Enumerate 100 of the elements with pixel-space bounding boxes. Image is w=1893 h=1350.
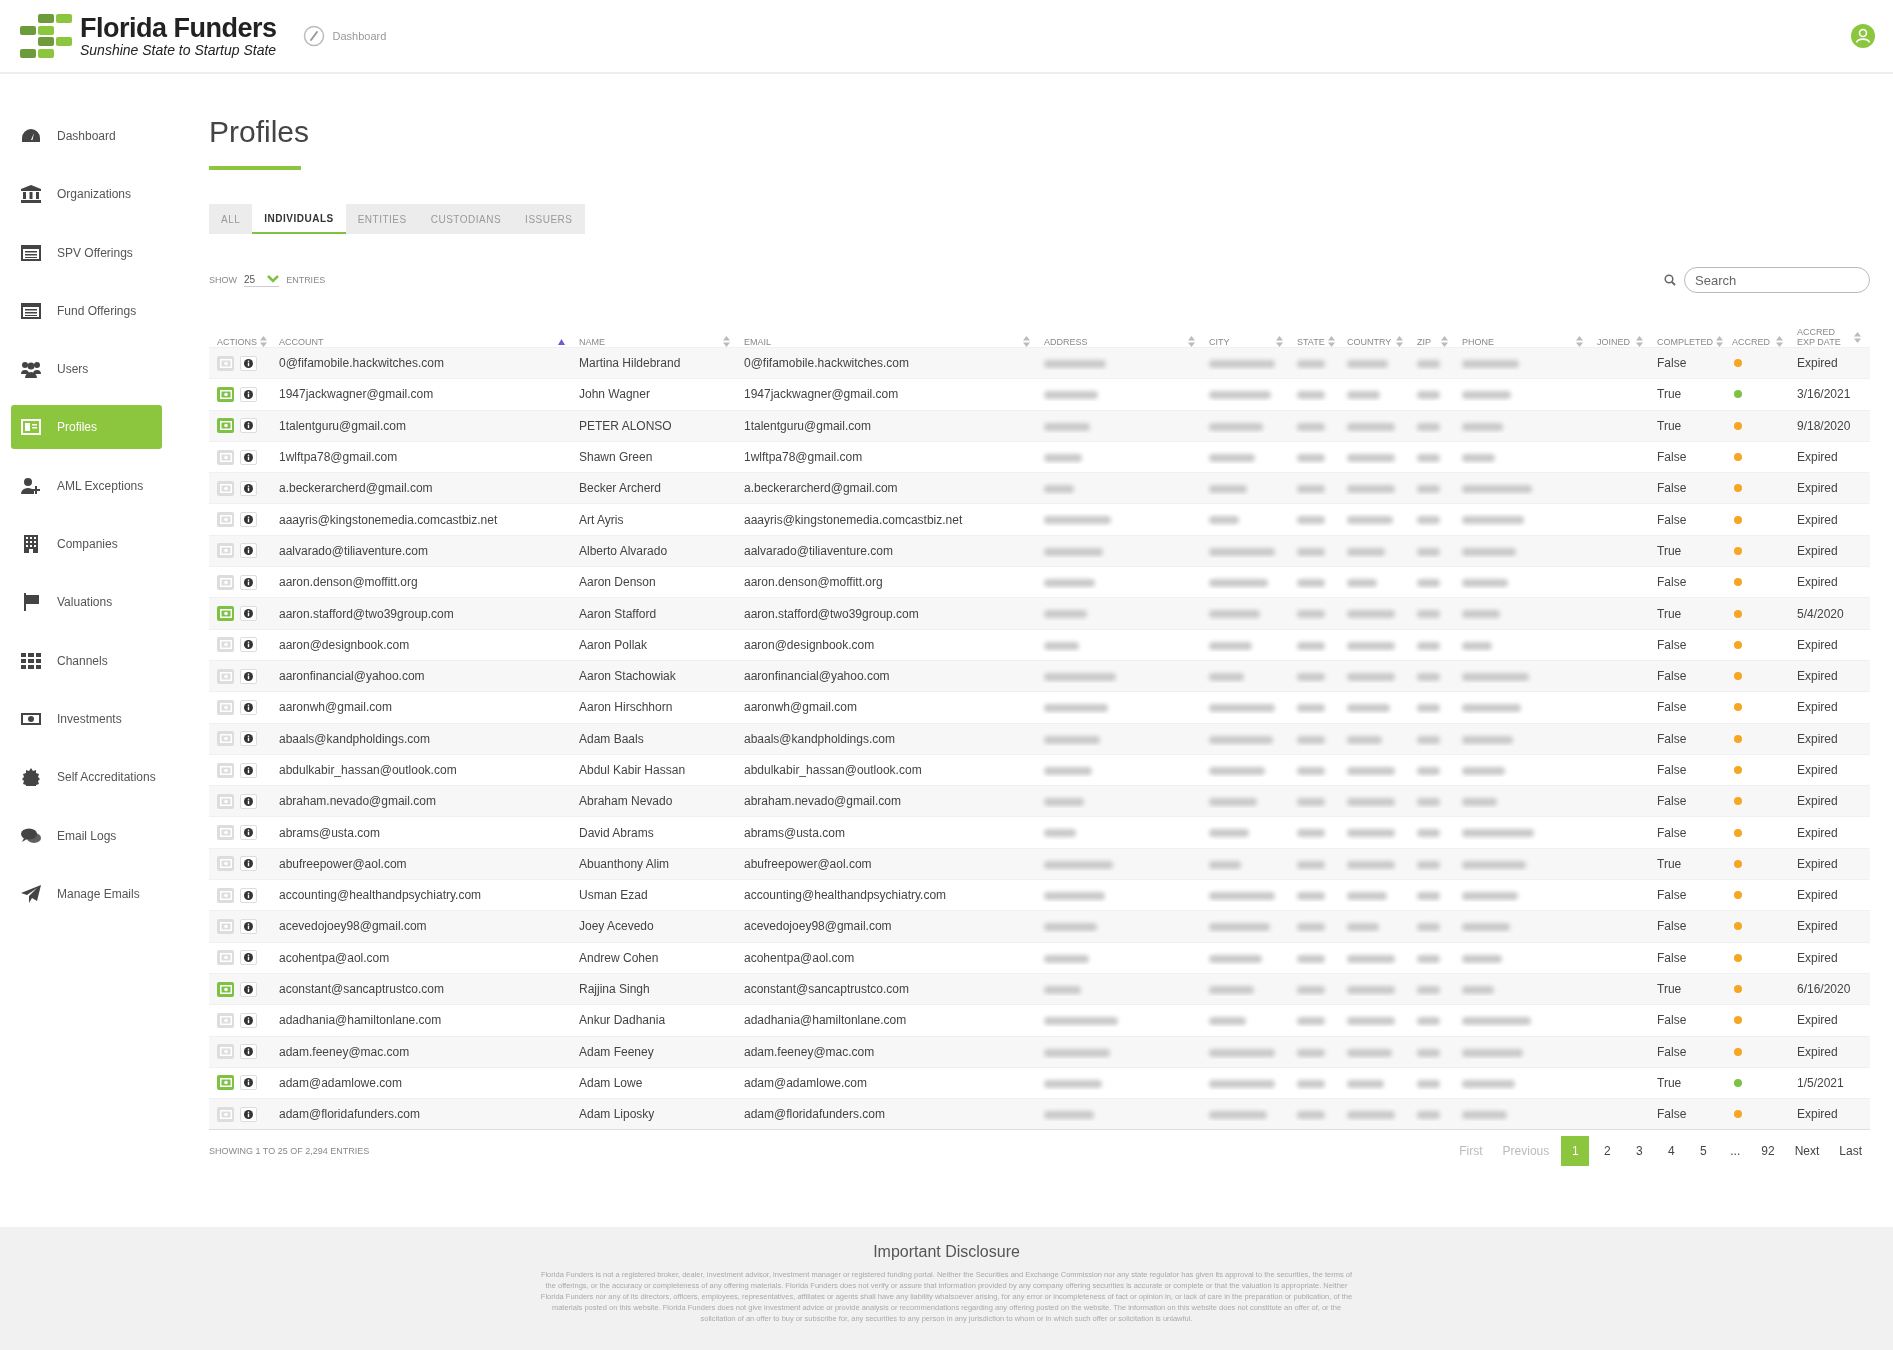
column-header[interactable]: ACCRED EXP DATE xyxy=(1789,327,1867,347)
id-card-button[interactable] xyxy=(217,449,234,465)
sidebar-item[interactable]: Users xyxy=(11,347,162,392)
info-button[interactable] xyxy=(240,1106,257,1122)
id-card-button[interactable] xyxy=(217,512,234,528)
info-button[interactable] xyxy=(240,825,257,841)
info-icon xyxy=(244,765,253,775)
pagination-button[interactable]: 2 xyxy=(1593,1136,1622,1167)
info-button[interactable] xyxy=(240,574,257,590)
id-card-button[interactable] xyxy=(217,762,234,778)
sidebar-item[interactable]: Channels xyxy=(11,638,162,683)
pagination-button[interactable]: 4 xyxy=(1657,1136,1686,1167)
id-card-button[interactable] xyxy=(217,574,234,590)
table-cell-text: True xyxy=(1656,543,1683,558)
column-header[interactable]: COUNTRY xyxy=(1339,336,1409,347)
column-header[interactable]: ADDRESS xyxy=(1036,336,1201,347)
info-button[interactable] xyxy=(240,1075,257,1091)
sidebar-item[interactable]: Fund Offerings xyxy=(11,288,162,333)
id-card-button[interactable] xyxy=(217,919,234,934)
info-button[interactable] xyxy=(240,887,257,903)
info-button[interactable] xyxy=(240,480,257,496)
column-header[interactable]: ACCRED xyxy=(1724,336,1789,347)
info-button[interactable] xyxy=(240,1012,257,1028)
id-card-button[interactable] xyxy=(217,480,234,496)
table-cell-text: abaals@kandpholdings.com xyxy=(278,731,431,746)
blurred-value xyxy=(1209,985,1254,994)
info-button[interactable] xyxy=(240,1044,257,1060)
id-card-button[interactable] xyxy=(217,981,234,997)
id-card-button[interactable] xyxy=(217,668,234,684)
id-card-button[interactable] xyxy=(217,699,234,715)
sidebar-item[interactable]: Investments xyxy=(11,696,162,741)
pagination-button[interactable]: 92 xyxy=(1753,1136,1783,1167)
sidebar-item[interactable]: Companies xyxy=(11,522,162,567)
info-button[interactable] xyxy=(240,386,257,402)
sidebar-item[interactable]: Dashboard xyxy=(11,114,162,158)
id-card-button[interactable] xyxy=(217,386,234,402)
id-card-button[interactable] xyxy=(217,950,234,966)
column-header[interactable]: EMAIL xyxy=(736,336,1036,347)
column-header[interactable]: PHONE xyxy=(1454,336,1589,347)
id-card-button[interactable] xyxy=(217,793,234,809)
info-button[interactable] xyxy=(240,512,257,528)
info-button[interactable] xyxy=(240,793,257,809)
sidebar-item[interactable]: Valuations xyxy=(11,580,162,625)
pagination-button[interactable]: ... xyxy=(1721,1136,1750,1167)
info-button[interactable] xyxy=(240,699,257,715)
entries-select[interactable]: 25 xyxy=(244,273,280,287)
sidebar-item[interactable]: Self Accreditations xyxy=(11,755,162,800)
pagination-button[interactable]: Next xyxy=(1786,1136,1828,1167)
id-card-button[interactable] xyxy=(217,856,234,872)
info-button[interactable] xyxy=(240,981,257,997)
blurred-value xyxy=(1462,1048,1523,1057)
pagination-button[interactable]: 3 xyxy=(1625,1136,1654,1167)
id-card-button[interactable] xyxy=(217,731,234,747)
id-card-button[interactable] xyxy=(217,355,234,371)
blurred-value xyxy=(1347,579,1377,588)
info-button[interactable] xyxy=(240,637,257,653)
id-card-button[interactable] xyxy=(217,1075,234,1091)
id-card-button[interactable] xyxy=(217,1106,234,1122)
column-header[interactable]: STATE xyxy=(1289,336,1339,347)
column-header[interactable]: COMPLETED xyxy=(1649,336,1724,347)
info-button[interactable] xyxy=(240,355,257,371)
sidebar-item[interactable]: Manage Emails xyxy=(11,871,162,916)
sidebar-item[interactable]: SPV Offerings xyxy=(11,230,162,275)
table-cell-text: False xyxy=(1656,356,1688,371)
blurred-value xyxy=(1044,641,1079,650)
sidebar-item[interactable]: Organizations xyxy=(11,172,162,217)
id-card-button[interactable] xyxy=(217,1012,234,1028)
info-button[interactable] xyxy=(240,762,257,778)
column-header[interactable]: NAME xyxy=(571,336,736,347)
sidebar-item[interactable]: AML Exceptions xyxy=(11,463,162,508)
sidebar-item[interactable]: Email Logs xyxy=(11,813,162,858)
column-header[interactable]: JOINED xyxy=(1589,336,1649,347)
pagination-button[interactable]: 5 xyxy=(1689,1136,1718,1167)
column-header[interactable]: CITY xyxy=(1201,336,1289,347)
info-button[interactable] xyxy=(240,856,257,872)
user-avatar-icon[interactable] xyxy=(1851,24,1875,48)
id-card-button[interactable] xyxy=(217,418,234,434)
id-card-button[interactable] xyxy=(217,606,234,621)
info-button[interactable] xyxy=(240,950,257,966)
id-card-button[interactable] xyxy=(217,1044,234,1060)
blurred-value xyxy=(1044,892,1105,900)
id-card-button[interactable] xyxy=(217,825,234,841)
info-button[interactable] xyxy=(240,606,257,621)
column-header[interactable]: ACCOUNT xyxy=(271,337,571,347)
pagination-button[interactable]: Last xyxy=(1831,1136,1870,1167)
id-card-button[interactable] xyxy=(217,637,234,653)
info-button[interactable] xyxy=(240,418,257,434)
id-card-button[interactable] xyxy=(217,543,234,559)
info-button[interactable] xyxy=(240,449,257,465)
tab[interactable]: INDIVIDUALS xyxy=(252,204,346,234)
info-button[interactable] xyxy=(240,919,257,934)
info-button[interactable] xyxy=(240,668,257,684)
info-button[interactable] xyxy=(240,543,257,559)
blurred-value xyxy=(1297,485,1325,494)
table-cell-text: aaron@designbook.com xyxy=(278,637,411,652)
info-button[interactable] xyxy=(240,731,257,747)
column-header[interactable]: ZIP xyxy=(1409,336,1454,347)
column-header[interactable]: ACTIONS xyxy=(209,336,271,347)
search-field[interactable]: Search xyxy=(1684,267,1870,293)
id-card-button[interactable] xyxy=(217,887,234,903)
